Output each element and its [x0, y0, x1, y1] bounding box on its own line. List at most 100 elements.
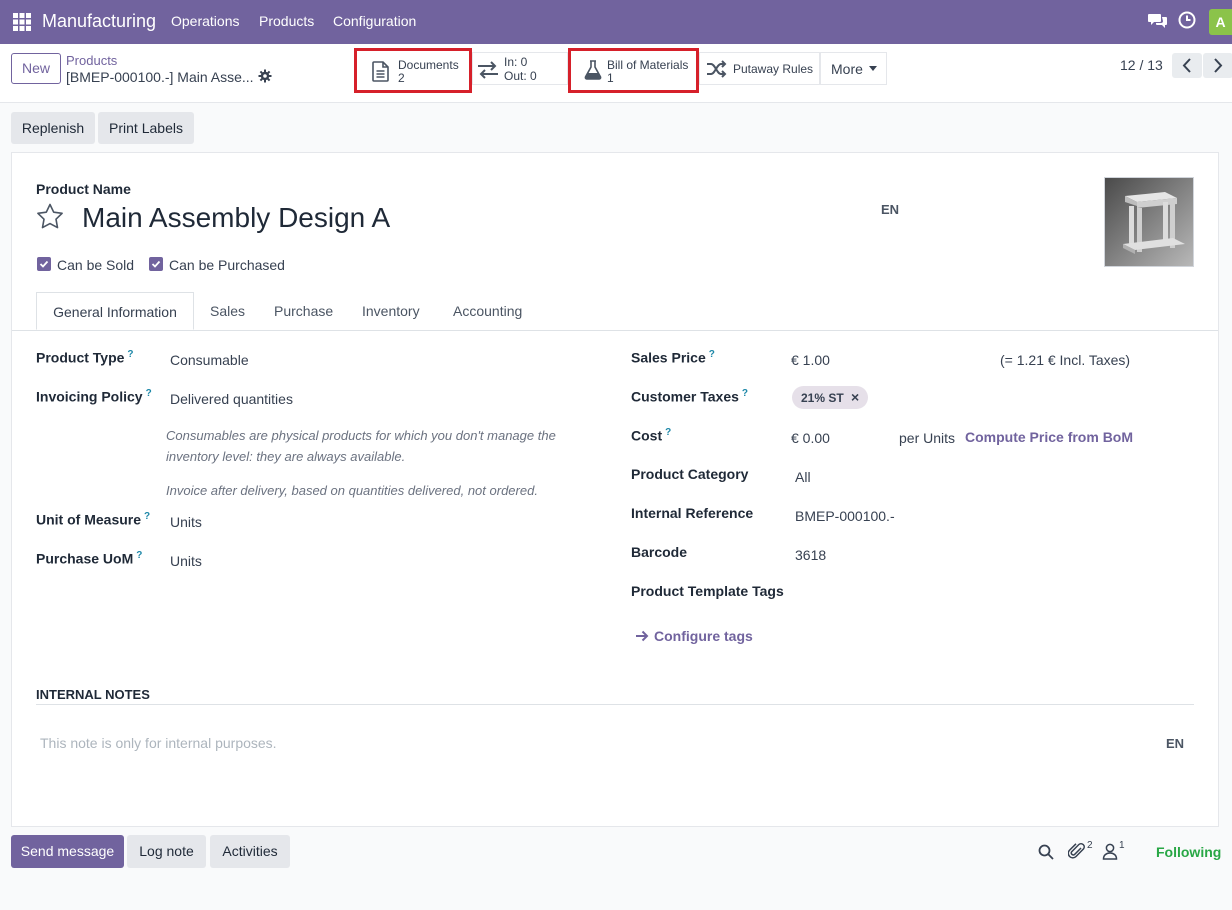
customer-taxes-label: Customer Taxes?: [631, 388, 749, 405]
bom-count: 1: [607, 71, 614, 85]
caret-down-icon: [869, 66, 877, 71]
pager-previous-button[interactable]: [1172, 53, 1202, 78]
user-avatar[interactable]: A: [1209, 9, 1232, 35]
checkmark-icon: [151, 260, 161, 268]
product-tags-label: Product Template Tags: [631, 583, 784, 599]
sales-price-field[interactable]: € 1.00: [791, 352, 830, 368]
remove-tag-icon[interactable]: ×: [851, 389, 859, 405]
compute-price-from-bom-button[interactable]: Compute Price from BoM: [965, 429, 1133, 445]
can-be-purchased-label[interactable]: Can be Purchased: [169, 257, 285, 273]
followers-person-icon[interactable]: [1102, 843, 1118, 860]
tab-general-information[interactable]: General Information: [36, 292, 194, 330]
transfer-arrows-icon: [477, 61, 499, 79]
document-icon: [372, 61, 390, 82]
flask-icon: [584, 60, 602, 80]
log-note-button[interactable]: Log note: [127, 835, 206, 868]
menu-products[interactable]: Products: [259, 13, 314, 29]
uom-label: Unit of Measure?: [36, 511, 151, 528]
help-tooltip[interactable]: ?: [127, 349, 133, 360]
in-out-smart-button[interactable]: In: 0 Out: 0: [472, 52, 568, 85]
followers-count: 1: [1119, 840, 1125, 851]
help-tooltip[interactable]: ?: [136, 550, 142, 561]
invoicing-policy-label: Invoicing Policy?: [36, 388, 152, 405]
menu-configuration[interactable]: Configuration: [333, 13, 416, 29]
app-title[interactable]: Manufacturing: [42, 11, 156, 32]
configure-tags-link[interactable]: Configure tags: [654, 628, 753, 644]
product-name-input[interactable]: Main Assembly Design A: [82, 202, 390, 234]
tax-tag: 21% ST ×: [792, 386, 869, 409]
arrow-right-icon: [635, 630, 649, 642]
tab-inventory[interactable]: Inventory: [362, 292, 420, 330]
product-image[interactable]: [1104, 177, 1194, 267]
putaway-label: Putaway Rules: [733, 62, 814, 76]
out-count: Out: 0: [504, 69, 537, 83]
notes-language-toggle[interactable]: EN: [1166, 736, 1184, 751]
barcode-label: Barcode: [631, 544, 688, 560]
clock-icon[interactable]: [1178, 11, 1196, 29]
new-button[interactable]: New: [11, 53, 61, 84]
menu-operations[interactable]: Operations: [171, 13, 239, 29]
documents-label: Documents: [398, 58, 459, 72]
product-type-field[interactable]: Consumable: [170, 352, 249, 368]
product-form-sheet: Product Name Main Assembly Design A EN C…: [11, 152, 1219, 827]
attachments-paperclip-icon[interactable]: [1068, 842, 1086, 860]
top-navbar: Manufacturing Operations Products Config…: [0, 0, 1232, 44]
barcode-field[interactable]: 3618: [795, 547, 826, 563]
form-tabs: General Information Sales Purchase Inven…: [12, 292, 1218, 331]
can-be-sold-label[interactable]: Can be Sold: [57, 257, 134, 273]
purchase-uom-field[interactable]: Units: [170, 553, 202, 569]
tab-accounting[interactable]: Accounting: [453, 292, 522, 330]
favorite-star-icon[interactable]: [36, 203, 64, 230]
in-count: In: 0: [504, 55, 528, 69]
gear-icon[interactable]: [258, 69, 272, 83]
documents-smart-button[interactable]: Documents 2: [354, 48, 472, 93]
internal-reference-field[interactable]: BMEP-000100.-: [795, 508, 895, 524]
invoice-help-text: Invoice after delivery, based on quantit…: [166, 483, 538, 498]
activities-button[interactable]: Activities: [210, 835, 290, 868]
tax-tag-label: 21% ST: [801, 391, 844, 405]
discuss-icon[interactable]: [1147, 11, 1168, 31]
breadcrumb-products[interactable]: Products: [66, 53, 117, 68]
notes-divider: [36, 704, 1194, 705]
print-labels-button[interactable]: Print Labels: [98, 112, 194, 144]
bom-label: Bill of Materials: [607, 58, 689, 72]
can-be-purchased-checkbox[interactable]: [149, 257, 163, 271]
replenish-button[interactable]: Replenish: [11, 112, 95, 144]
control-panel: New Products [BMEP-000100.-] Main Asse..…: [0, 44, 1232, 103]
tab-purchase[interactable]: Purchase: [274, 292, 333, 330]
search-icon[interactable]: [1038, 844, 1054, 860]
product-name-label: Product Name: [36, 181, 131, 197]
product-type-label: Product Type?: [36, 349, 134, 366]
help-tooltip[interactable]: ?: [146, 388, 152, 399]
product-category-label: Product Category: [631, 466, 749, 482]
bill-of-materials-smart-button[interactable]: Bill of Materials 1: [568, 48, 699, 93]
uom-field[interactable]: Units: [170, 514, 202, 530]
help-tooltip[interactable]: ?: [144, 511, 150, 522]
help-tooltip[interactable]: ?: [709, 349, 715, 360]
invoicing-policy-field[interactable]: Delivered quantities: [170, 391, 293, 407]
cost-field[interactable]: € 0.00: [791, 430, 830, 446]
shuffle-icon: [706, 60, 728, 78]
consumable-help-line-1: Consumables are physical products for wh…: [166, 428, 556, 443]
attachments-count: 2: [1087, 840, 1093, 851]
help-tooltip[interactable]: ?: [742, 388, 748, 399]
more-label: More: [831, 61, 863, 77]
pager-next-button[interactable]: [1203, 53, 1232, 78]
documents-count: 2: [398, 71, 405, 85]
send-message-button[interactable]: Send message: [11, 835, 124, 868]
following-button[interactable]: Following: [1156, 844, 1221, 860]
incl-taxes-text: (= 1.21 € Incl. Taxes): [1000, 352, 1131, 368]
apps-menu-icon[interactable]: [12, 12, 32, 32]
tab-sales[interactable]: Sales: [210, 292, 245, 330]
language-toggle[interactable]: EN: [881, 202, 899, 217]
can-be-sold-checkbox[interactable]: [37, 257, 51, 271]
breadcrumb-current: [BMEP-000100.-] Main Asse...: [66, 69, 254, 85]
product-category-field[interactable]: All: [795, 469, 811, 485]
internal-notes-editor[interactable]: This note is only for internal purposes.: [40, 735, 277, 751]
consumable-help-line-2: inventory level: they are always availab…: [166, 449, 406, 464]
more-dropdown[interactable]: More: [820, 52, 887, 85]
pager-value: 12 / 13: [1120, 57, 1163, 73]
sales-price-label: Sales Price?: [631, 349, 715, 366]
putaway-rules-smart-button[interactable]: Putaway Rules: [699, 52, 820, 85]
help-tooltip[interactable]: ?: [665, 427, 671, 438]
